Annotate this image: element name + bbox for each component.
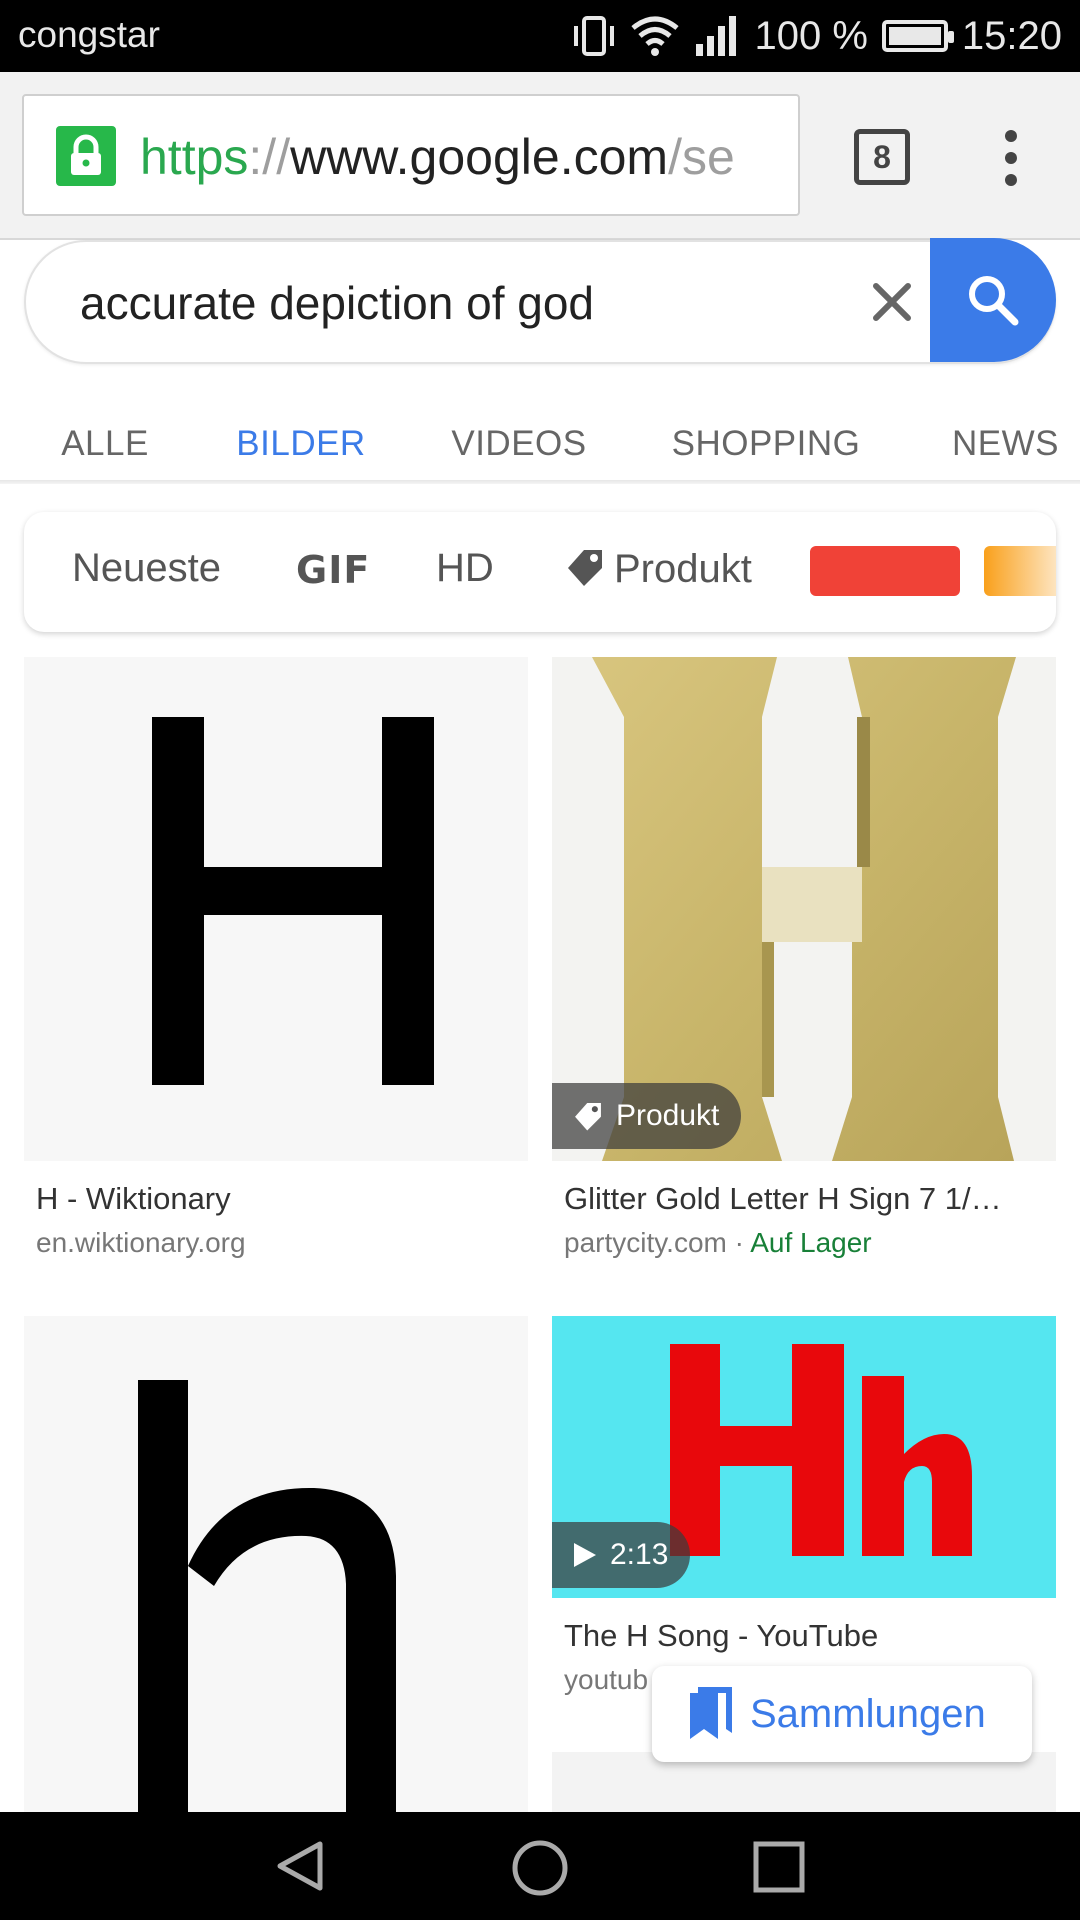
vibrate-icon bbox=[574, 16, 615, 56]
tab-videos-label: VIDEOS bbox=[451, 424, 587, 463]
url-host: www.google.com bbox=[290, 129, 669, 185]
availability-label: Auf Lager bbox=[750, 1227, 872, 1258]
image-result[interactable]: Produkt Glitter Gold Letter H Sign 7 1/…… bbox=[552, 657, 1056, 1259]
url-text[interactable]: https://www.google.com/se bbox=[140, 128, 790, 186]
color-chip-red[interactable] bbox=[810, 546, 960, 596]
chip-gif[interactable]: GIF bbox=[296, 548, 370, 592]
tab-shopping-label: SHOPPING bbox=[671, 424, 861, 463]
recents-icon[interactable] bbox=[752, 1840, 806, 1894]
tab-bilder-label: BILDER bbox=[236, 424, 366, 463]
source-separator: · bbox=[726, 1227, 751, 1258]
result-thumbnail[interactable] bbox=[24, 657, 528, 1161]
collections-button[interactable]: Sammlungen bbox=[652, 1666, 1032, 1762]
video-duration-badge: 2:13 bbox=[552, 1522, 691, 1588]
product-badge: Produkt bbox=[552, 1083, 742, 1149]
search-button[interactable] bbox=[930, 238, 1056, 362]
battery-percent: 100 % bbox=[754, 13, 868, 58]
letter-h-lowercase-image bbox=[138, 1380, 396, 1812]
chip-product-label: Produkt bbox=[614, 547, 752, 591]
url-scheme: https bbox=[140, 129, 249, 185]
search-icon bbox=[969, 276, 1019, 326]
search-tabs: ALLE BILDER VIDEOS SHOPPING NEWS bbox=[0, 400, 1080, 569]
filter-chips: Neueste GIF HD Produkt bbox=[24, 512, 1056, 632]
overflow-menu-icon[interactable] bbox=[996, 128, 1026, 188]
result-thumbnail[interactable]: 2:13 bbox=[552, 1316, 1056, 1598]
chip-product[interactable]: Produkt bbox=[564, 546, 752, 592]
chip-newest[interactable]: Neueste bbox=[72, 546, 221, 591]
url-separator: :// bbox=[248, 129, 291, 185]
bookmark-icon bbox=[690, 1687, 732, 1739]
tab-news-label: NEWS bbox=[952, 424, 1059, 463]
result-source: partycity.com · Auf Lager bbox=[564, 1227, 1056, 1259]
url-path: /se bbox=[668, 129, 735, 185]
system-nav-bar bbox=[0, 1812, 1080, 1920]
color-chip-orange[interactable] bbox=[984, 546, 1056, 596]
video-duration: 2:13 bbox=[610, 1538, 669, 1571]
tab-switcher-button[interactable]: 8 bbox=[854, 129, 910, 185]
wifi-icon bbox=[631, 16, 680, 56]
result-title[interactable]: The H Song - YouTube bbox=[564, 1618, 1048, 1654]
result-thumbnail[interactable]: Produkt bbox=[552, 657, 1056, 1161]
result-source: en.wiktionary.org bbox=[36, 1227, 246, 1258]
result-title[interactable]: H - Wiktionary bbox=[36, 1181, 520, 1217]
back-icon[interactable] bbox=[272, 1838, 328, 1894]
search-input[interactable]: accurate depiction of god bbox=[24, 240, 1056, 364]
tabs-divider bbox=[0, 480, 1080, 484]
clear-icon[interactable] bbox=[862, 272, 922, 332]
search-query[interactable]: accurate depiction of god bbox=[80, 276, 594, 330]
battery-icon bbox=[881, 20, 954, 52]
letter-h-image bbox=[152, 717, 434, 1085]
status-icons: 100 % 15:20 bbox=[572, 10, 1062, 62]
result-title[interactable]: Glitter Gold Letter H Sign 7 1/… bbox=[564, 1181, 1048, 1217]
tag-icon bbox=[575, 1103, 601, 1131]
result-thumbnail[interactable] bbox=[24, 1316, 528, 1812]
browser-toolbar: https://www.google.com/se 8 bbox=[0, 72, 1080, 240]
image-result[interactable]: H - Wiktionary en.wiktionary.org bbox=[24, 657, 528, 1259]
search-header: accurate depiction of god ALLE BILDER VI… bbox=[0, 238, 1080, 569]
home-icon[interactable] bbox=[510, 1838, 570, 1898]
address-bar[interactable]: https://www.google.com/se bbox=[22, 94, 800, 216]
chip-hd[interactable]: HD bbox=[436, 546, 494, 591]
status-bar: congstar 100 % 15:20 bbox=[0, 0, 1080, 72]
tag-icon bbox=[568, 550, 602, 586]
signal-icon bbox=[696, 16, 737, 56]
clock: 15:20 bbox=[961, 13, 1062, 58]
carrier-name: congstar bbox=[18, 14, 160, 55]
play-icon bbox=[574, 1543, 596, 1567]
lock-icon[interactable] bbox=[56, 126, 116, 186]
image-result[interactable] bbox=[24, 1316, 528, 1812]
product-badge-label: Produkt bbox=[616, 1099, 720, 1132]
tab-alle-label: ALLE bbox=[61, 424, 149, 463]
result-source-domain: partycity.com bbox=[564, 1227, 727, 1258]
collections-label: Sammlungen bbox=[750, 1691, 986, 1736]
